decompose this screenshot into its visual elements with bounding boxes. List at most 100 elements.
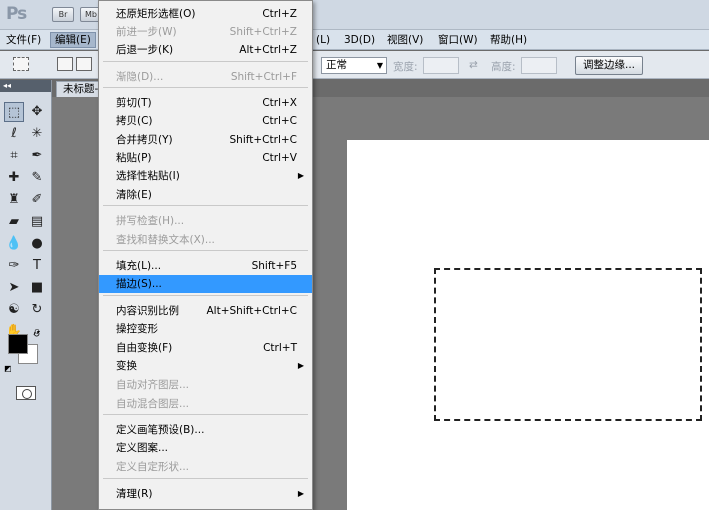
magic-wand-tool-icon[interactable]: ✳: [27, 124, 47, 144]
crop-tool-icon[interactable]: ⌗: [4, 146, 24, 166]
menu-item-label: 清除(E): [116, 189, 152, 201]
height-field[interactable]: [521, 57, 557, 74]
edit-menu-item[interactable]: 定义自定形状...: [99, 458, 312, 476]
menu-item-label: 变换: [116, 360, 137, 372]
menu-item-label: 自动对齐图层...: [116, 379, 190, 391]
menu-item-label: 前进一步(W): [116, 26, 177, 38]
pen-tool-icon[interactable]: ✑: [4, 256, 24, 276]
menu-item-label: 剪切(T): [116, 97, 152, 109]
edit-menu-item[interactable]: 定义图案...: [99, 439, 312, 457]
style-select-value: 正常: [326, 59, 347, 71]
menu-item-label: 自动混合图层...: [116, 398, 190, 410]
width-field[interactable]: [423, 57, 459, 74]
edit-menu-item[interactable]: 自动对齐图层...: [99, 376, 312, 394]
menu-separator: [103, 250, 308, 251]
chevron-down-icon: ▼: [376, 61, 383, 70]
style-select[interactable]: 正常 ▼: [321, 57, 387, 74]
edit-menu-item[interactable]: 内容识别比例 Alt+Shift+Ctrl+C: [99, 302, 312, 320]
dodge-tool-icon[interactable]: ●: [27, 234, 47, 254]
menu-item-label: 自由变换(F): [116, 342, 173, 354]
menu-item-label: 填充(L)...: [116, 260, 162, 272]
marquee-tool-icon[interactable]: ⬚: [4, 102, 24, 122]
rect-marquee-preset-icon[interactable]: [13, 57, 29, 71]
rectangle-tool-icon[interactable]: ■: [27, 278, 47, 298]
eraser-tool-icon[interactable]: ▰: [4, 212, 24, 232]
menu-3d[interactable]: 3D(D): [340, 32, 379, 48]
edit-menu-item[interactable]: 清除(E): [99, 186, 312, 204]
app-logo: Ps: [6, 4, 27, 24]
3d-orbit-tool-icon[interactable]: ↻: [27, 300, 47, 320]
3d-rotate-tool-icon[interactable]: ☯: [4, 300, 24, 320]
menu-item-label: 选择性粘贴(I): [116, 170, 180, 182]
menu-item-shortcut: Alt+Shift+Ctrl+C: [206, 305, 298, 317]
spot-healing-tool-icon[interactable]: ✚: [4, 168, 24, 188]
swap-colors-icon[interactable]: ↺: [33, 330, 41, 340]
edit-menu-item[interactable]: 拼写检查(H)...: [99, 212, 312, 230]
blur-tool-icon[interactable]: 💧: [4, 234, 24, 254]
menu-item-shortcut: Ctrl+Z: [262, 8, 297, 20]
edit-menu-item[interactable]: 渐隐(D)... Shift+Ctrl+F: [99, 68, 312, 86]
menu-item-label: 定义画笔预设(B)...: [116, 424, 205, 436]
edit-menu-item[interactable]: 自动混合图层...: [99, 395, 312, 413]
clone-stamp-tool-icon[interactable]: ♜: [4, 190, 24, 210]
edit-menu-item[interactable]: 前进一步(W) Shift+Ctrl+Z: [99, 23, 312, 41]
menu-help[interactable]: 帮助(H): [486, 32, 531, 48]
edit-menu-item[interactable]: 剪切(T) Ctrl+X: [99, 94, 312, 112]
menu-separator: [103, 295, 308, 296]
menu-item-shortcut: Shift+Ctrl+F: [230, 71, 297, 83]
edit-menu-item[interactable]: 后退一步(K) Alt+Ctrl+Z: [99, 41, 312, 59]
edit-menu-item[interactable]: 定义画笔预设(B)...: [99, 421, 312, 439]
edit-menu-item[interactable]: 填充(L)... Shift+F5: [99, 257, 312, 275]
refine-edge-button[interactable]: 调整边缘...: [575, 56, 644, 75]
toolbox-collapse[interactable]: ◂◂: [0, 80, 51, 92]
default-colors-icon[interactable]: ◩: [4, 364, 12, 373]
menu-item-shortcut: Shift+Ctrl+C: [229, 134, 297, 146]
menu-file[interactable]: 文件(F): [2, 32, 45, 48]
menu-item-label: 定义自定形状...: [116, 461, 190, 473]
new-selection-icon[interactable]: [57, 57, 73, 71]
type-tool-icon[interactable]: T: [27, 256, 47, 276]
menu-window[interactable]: 窗口(W): [434, 32, 482, 48]
quick-mask-icon[interactable]: [16, 386, 36, 400]
edit-menu-item[interactable]: 自由变换(F) Ctrl+T: [99, 339, 312, 357]
path-selection-tool-icon[interactable]: ➤: [4, 278, 24, 298]
history-brush-tool-icon[interactable]: ✐: [27, 190, 47, 210]
eyedropper-tool-icon[interactable]: ✒: [27, 146, 47, 166]
brush-tool-icon[interactable]: ✎: [27, 168, 47, 188]
move-tool-icon[interactable]: ✥: [27, 102, 47, 122]
menu-layer[interactable]: (L): [312, 32, 334, 48]
menu-view[interactable]: 视图(V): [383, 32, 427, 48]
edit-menu-item[interactable]: 合并拷贝(Y) Shift+Ctrl+C: [99, 131, 312, 149]
menu-separator: [103, 478, 308, 479]
menu-item-shortcut: Alt+Ctrl+Z: [239, 44, 297, 56]
edit-menu-item[interactable]: 操控变形: [99, 320, 312, 338]
menu-item-label: 渐隐(D)...: [116, 71, 164, 83]
edit-menu-item[interactable]: 变换 ▶: [99, 357, 312, 375]
bridge-button[interactable]: Br: [52, 7, 74, 22]
edit-menu-item[interactable]: 描边(S)...: [99, 275, 312, 293]
menu-edit[interactable]: 编辑(E): [50, 32, 96, 48]
add-selection-icon[interactable]: [76, 57, 92, 71]
swap-icon[interactable]: ⇄: [469, 59, 478, 71]
menu-item-shortcut: Ctrl+X: [262, 97, 297, 109]
menu-item-label: 拼写检查(H)...: [116, 215, 185, 227]
menu-item-label: 描边(S)...: [116, 278, 162, 290]
menu-item-label: 还原矩形选框(O): [116, 8, 196, 20]
menu-item-shortcut: Ctrl+V: [262, 152, 297, 164]
edit-menu-item[interactable]: 还原矩形选框(O) Ctrl+Z: [99, 5, 312, 23]
edit-menu-item[interactable]: 清理(R) ▶: [99, 485, 312, 503]
menu-item-shortcut: Shift+Ctrl+Z: [229, 26, 297, 38]
menu-item-label: 查找和替换文本(X)...: [116, 234, 215, 246]
edit-menu-item[interactable]: 查找和替换文本(X)...: [99, 231, 312, 249]
gradient-tool-icon[interactable]: ▤: [27, 212, 47, 232]
selection-marquee: [434, 268, 702, 421]
edit-menu-item[interactable]: 选择性粘贴(I) ▶: [99, 167, 312, 185]
edit-menu-item[interactable]: 拷贝(C) Ctrl+C: [99, 112, 312, 130]
menu-item-label: 合并拷贝(Y): [116, 134, 173, 146]
foreground-color-swatch[interactable]: [8, 334, 28, 354]
toolbox: ◂◂ ⬚ ✥ ℓ ✳ ⌗ ✒ ✚ ✎ ♜ ✐ ▰ ▤ 💧 ● ✑ T ➤ ■ ☯…: [0, 80, 52, 510]
menu-item-label: 操控变形: [116, 323, 158, 335]
lasso-tool-icon[interactable]: ℓ: [4, 124, 24, 144]
menu-separator: [103, 61, 308, 62]
edit-menu-item[interactable]: 粘贴(P) Ctrl+V: [99, 149, 312, 167]
